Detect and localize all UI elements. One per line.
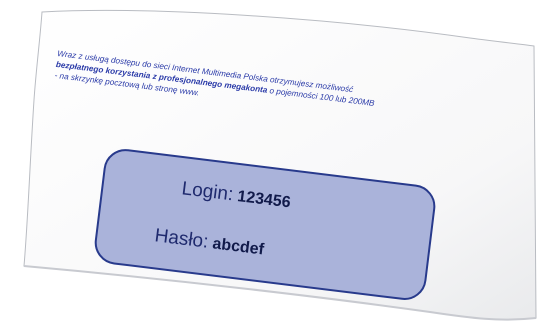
- login-row: Login: 123456: [180, 178, 292, 213]
- login-label: Login:: [180, 178, 235, 206]
- password-label: Hasło:: [153, 225, 210, 253]
- login-value: 123456: [236, 188, 292, 212]
- password-row: Hasło: abcdef: [153, 225, 265, 260]
- scan-canvas: Wraz z usługą dostępu do sieci Internet …: [0, 0, 542, 331]
- password-value: abcdef: [211, 235, 265, 259]
